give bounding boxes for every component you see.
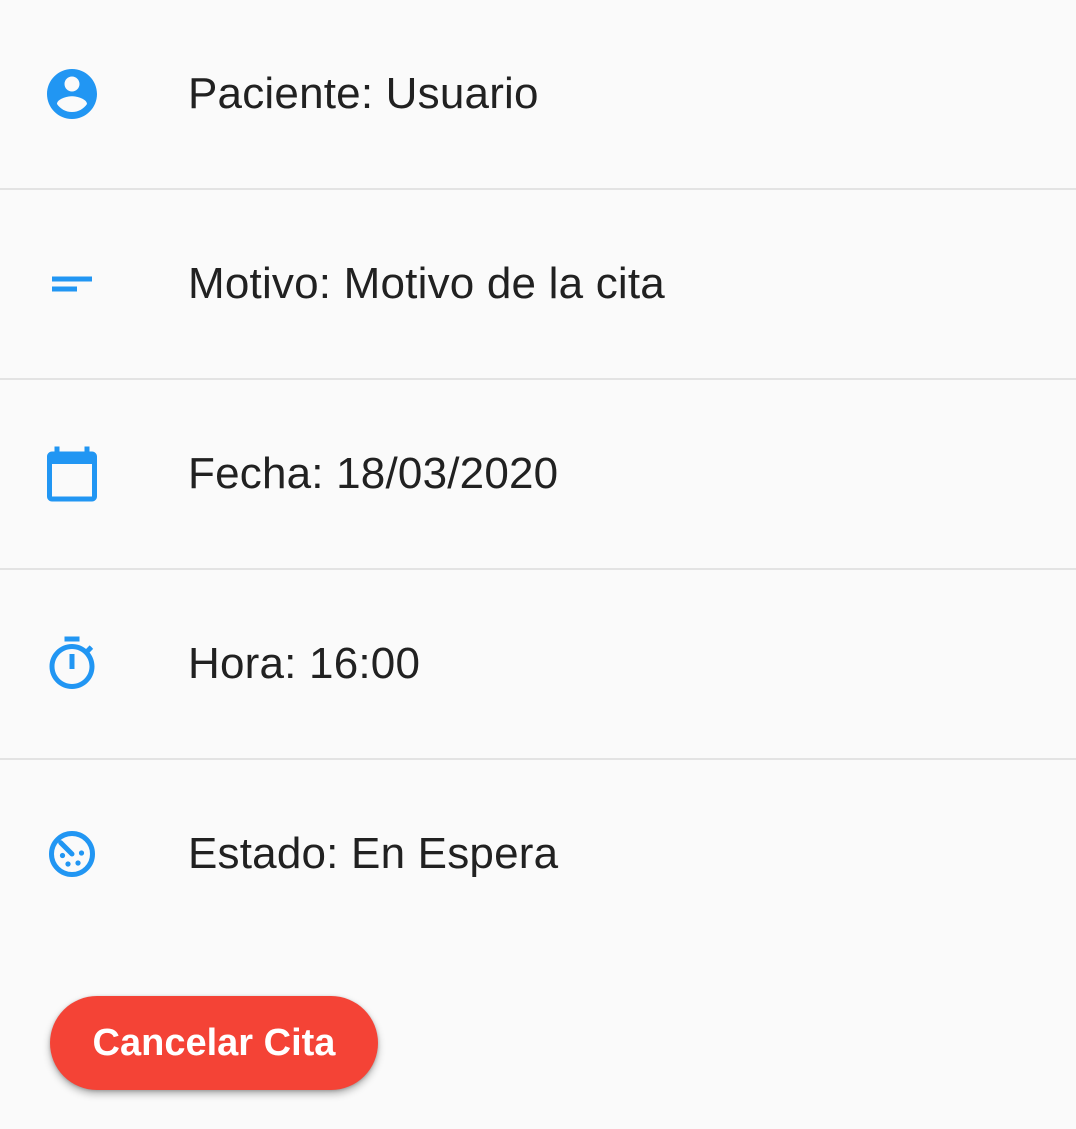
account-circle-icon <box>42 64 102 124</box>
list-item-date: Fecha: 18/03/2020 <box>0 380 1076 570</box>
appointment-details-list: Paciente: Usuario Motivo: Motivo de la c… <box>0 0 1076 948</box>
date-label: Fecha: 18/03/2020 <box>188 449 559 498</box>
short-text-icon <box>42 254 102 314</box>
timelapse-off-icon <box>42 824 102 884</box>
list-item-time: Hora: 16:00 <box>0 570 1076 760</box>
list-item-reason: Motivo: Motivo de la cita <box>0 190 1076 380</box>
reason-label: Motivo: Motivo de la cita <box>188 259 665 308</box>
list-item-status: Estado: En Espera <box>0 760 1076 948</box>
timer-icon <box>42 634 102 694</box>
list-item-patient: Paciente: Usuario <box>0 0 1076 190</box>
time-label: Hora: 16:00 <box>188 639 421 688</box>
cancel-appointment-button[interactable]: Cancelar Cita <box>50 996 378 1090</box>
calendar-icon <box>42 444 102 504</box>
patient-label: Paciente: Usuario <box>188 69 539 118</box>
status-label: Estado: En Espera <box>188 829 559 878</box>
